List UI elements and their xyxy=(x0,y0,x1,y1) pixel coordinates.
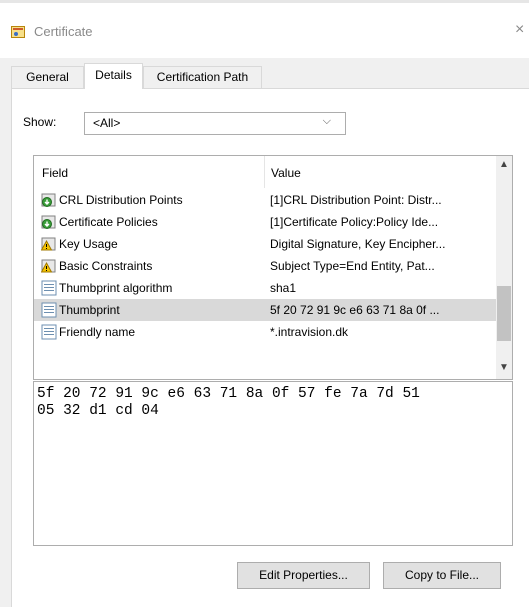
field-value: 5f 20 72 91 9c e6 63 71 8a 0f ... xyxy=(270,303,440,317)
window-title: Certificate xyxy=(34,24,93,39)
property-icon xyxy=(41,324,57,340)
column-header-field[interactable]: Field xyxy=(42,166,68,180)
list-row-key-usage[interactable]: Key Usage Digital Signature, Key Enciphe… xyxy=(34,233,496,255)
field-value: Digital Signature, Key Encipher... xyxy=(270,237,446,251)
column-header-value[interactable]: Value xyxy=(271,166,301,180)
field-name: Certificate Policies xyxy=(59,215,158,229)
field-value: Subject Type=End Entity, Pat... xyxy=(270,259,435,273)
list-header: Field Value xyxy=(34,156,496,188)
edit-properties-button[interactable]: Edit Properties... xyxy=(237,562,370,589)
scroll-up-icon[interactable]: ▲ xyxy=(496,156,512,174)
list-row-friendly-name[interactable]: Friendly name *.intravision.dk xyxy=(34,321,496,343)
field-name: Friendly name xyxy=(59,325,136,339)
tab-certification-path[interactable]: Certification Path xyxy=(143,66,262,88)
show-dropdown-value: <All> xyxy=(93,116,121,130)
tab-general[interactable]: General xyxy=(11,66,84,88)
critical-extension-icon xyxy=(41,237,56,251)
chevron-down-icon: ⌵ xyxy=(322,115,331,127)
scroll-down-icon[interactable]: ▼ xyxy=(496,359,512,377)
certificate-icon xyxy=(11,26,25,38)
list-row-certificate-policies[interactable]: Certificate Policies [1]Certificate Poli… xyxy=(34,211,496,233)
property-icon xyxy=(41,280,57,296)
vertical-scrollbar[interactable]: ▲ ▼ xyxy=(496,156,512,379)
tab-certification-path-label: Certification Path xyxy=(156,70,249,84)
fields-list[interactable]: Field Value CRL Distribution Points [1]C… xyxy=(33,155,513,380)
critical-extension-icon xyxy=(41,259,56,273)
list-row-crl-distribution-points[interactable]: CRL Distribution Points [1]CRL Distribut… xyxy=(34,189,496,211)
field-value: sha1 xyxy=(270,281,297,295)
column-divider[interactable] xyxy=(264,156,265,188)
list-row-thumbprint-algorithm[interactable]: Thumbprint algorithm sha1 xyxy=(34,277,496,299)
tab-details-label: Details xyxy=(95,68,132,82)
field-name: CRL Distribution Points xyxy=(59,193,183,207)
property-icon xyxy=(41,302,57,318)
field-value: [1]Certificate Policy:Policy Ide... xyxy=(270,215,439,229)
field-name: Key Usage xyxy=(59,237,118,251)
field-value-textbox[interactable]: 5f 20 72 91 9c e6 63 71 8a 0f 57 fe 7a 7… xyxy=(33,381,513,546)
tab-details[interactable]: Details xyxy=(84,63,143,89)
show-label: Show: xyxy=(23,115,57,129)
extension-icon xyxy=(41,193,56,207)
field-value: *.intravision.dk xyxy=(270,325,349,339)
field-value: [1]CRL Distribution Point: Distr... xyxy=(270,193,442,207)
field-name: Thumbprint algorithm xyxy=(59,281,173,295)
field-value-text: 5f 20 72 91 9c e6 63 71 8a 0f 57 fe 7a 7… xyxy=(37,386,420,419)
copy-to-file-button[interactable]: Copy to File... xyxy=(383,562,501,589)
tab-general-label: General xyxy=(26,70,69,84)
field-name: Basic Constraints xyxy=(59,259,153,273)
list-row-thumbprint[interactable]: Thumbprint 5f 20 72 91 9c e6 63 71 8a 0f… xyxy=(34,299,496,321)
extension-icon xyxy=(41,215,56,229)
list-row-basic-constraints[interactable]: Basic Constraints Subject Type=End Entit… xyxy=(34,255,496,277)
close-icon[interactable]: × xyxy=(515,21,524,39)
show-dropdown[interactable]: <All> ⌵ xyxy=(84,112,346,135)
scrollbar-thumb[interactable] xyxy=(497,286,511,341)
field-name: Thumbprint xyxy=(59,303,120,317)
